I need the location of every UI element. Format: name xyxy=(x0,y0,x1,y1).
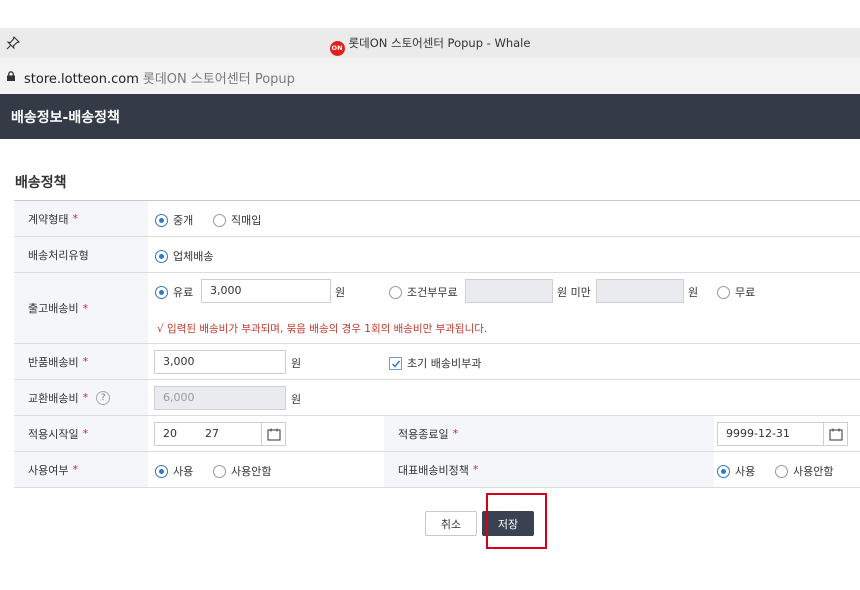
end-date-input[interactable]: 9999-12-31 xyxy=(717,422,824,446)
end-date-calendar-button[interactable] xyxy=(824,422,848,446)
row-processing-type: 배송처리유형 업체배송 xyxy=(14,237,860,273)
outbound-fee-radio-conditional[interactable]: 조건부무료 xyxy=(389,284,458,300)
outbound-fee-label: 출고배송비 * xyxy=(14,273,148,343)
representative-radio-unused[interactable]: 사용안함 xyxy=(775,463,833,479)
save-button[interactable]: 저장 xyxy=(482,511,534,536)
processing-type-radio-vendor[interactable]: 업체배송 xyxy=(155,248,213,264)
contract-type-radio-direct[interactable]: 직매입 xyxy=(213,212,261,228)
initial-fee-checkbox[interactable]: 초기 배송비부과 xyxy=(389,355,481,371)
start-date-label: 적용시작일 * xyxy=(14,416,148,451)
exchange-fee-input[interactable]: 6,000 xyxy=(154,386,286,410)
representative-label: 대표배송비정책 * xyxy=(384,452,714,487)
calendar-icon xyxy=(829,428,843,441)
start-date-calendar-button[interactable] xyxy=(262,422,286,446)
window-title-bar: ON 롯데ON 스토어센터 Popup - Whale xyxy=(0,28,860,58)
calendar-icon xyxy=(267,428,281,441)
lotteon-logo-icon: ON xyxy=(329,41,345,56)
representative-radio-use[interactable]: 사용 xyxy=(717,463,755,479)
outbound-fee-radio-paid[interactable]: 유료 xyxy=(155,284,193,300)
page-title: 배송정보-배송정책 xyxy=(11,110,120,126)
return-fee-unit: 원 xyxy=(291,357,302,370)
row-usage: 사용여부 * 사용 사용안함 대표배송비정책 * 사용 사용안함 xyxy=(14,452,860,488)
conditional-threshold-unit: 원 미만 xyxy=(557,286,591,299)
row-outbound-fee: 출고배송비 * 유료 3,000 원 조건부무료 원 미만 원 무료 √ 입력된 … xyxy=(14,273,860,344)
outbound-fee-radio-free[interactable]: 무료 xyxy=(717,284,755,300)
outbound-fee-warning: √ 입력된 배송비가 부과되며, 묶음 배송의 경우 1회의 배송비만 부과됩니… xyxy=(157,323,488,335)
window-title: ON 롯데ON 스토어센터 Popup - Whale xyxy=(0,35,860,56)
exchange-fee-label: 교환배송비 *? xyxy=(14,380,148,415)
row-contract-type: 계약형태 * 중개 직매입 xyxy=(14,201,860,237)
shipping-policy-form: 계약형태 * 중개 직매입 배송처리유형 업체배송 출고배송비 * 유료 3,000… xyxy=(14,200,860,488)
end-date-label: 적용종료일 * xyxy=(384,416,714,451)
conditional-fee-input[interactable] xyxy=(596,279,684,303)
lock-icon xyxy=(7,71,15,81)
cancel-button[interactable]: 취소 xyxy=(425,511,477,536)
processing-type-label: 배송처리유형 xyxy=(14,237,148,272)
row-apply-dates: 적용시작일 * 20 27 적용종료일 * 9999-12-31 xyxy=(14,416,860,452)
return-fee-input[interactable]: 3,000 xyxy=(154,350,286,374)
conditional-threshold-input[interactable] xyxy=(465,279,553,303)
return-fee-label: 반품배송비 * xyxy=(14,344,148,379)
usage-label: 사용여부 * xyxy=(14,452,148,487)
checkbox-checked-icon xyxy=(389,356,402,370)
contract-type-radio-brokerage[interactable]: 중개 xyxy=(155,212,193,228)
help-icon[interactable]: ? xyxy=(96,390,111,405)
outbound-fee-unit: 원 xyxy=(335,286,346,299)
usage-radio-use[interactable]: 사용 xyxy=(155,463,193,479)
exchange-fee-unit: 원 xyxy=(291,393,302,406)
conditional-fee-unit: 원 xyxy=(688,286,699,299)
url-text[interactable]: store.lotteon.com 롯데ON 스토어센터 Popup xyxy=(24,68,295,87)
outbound-fee-input[interactable]: 3,000 xyxy=(201,279,331,303)
address-bar[interactable]: store.lotteon.com 롯데ON 스토어센터 Popup xyxy=(0,58,860,94)
usage-radio-unused[interactable]: 사용안함 xyxy=(213,463,271,479)
section-title: 배송정책 xyxy=(15,175,67,191)
contract-type-label: 계약형태 * xyxy=(14,201,148,236)
start-date-input[interactable]: 20 27 xyxy=(154,422,262,446)
browser-top-bar xyxy=(0,0,860,28)
row-exchange-fee: 교환배송비 *? 6,000 원 xyxy=(14,380,860,416)
page-header: 배송정보-배송정책 xyxy=(0,94,860,139)
row-return-fee: 반품배송비 * 3,000 원 초기 배송비부과 xyxy=(14,344,860,380)
